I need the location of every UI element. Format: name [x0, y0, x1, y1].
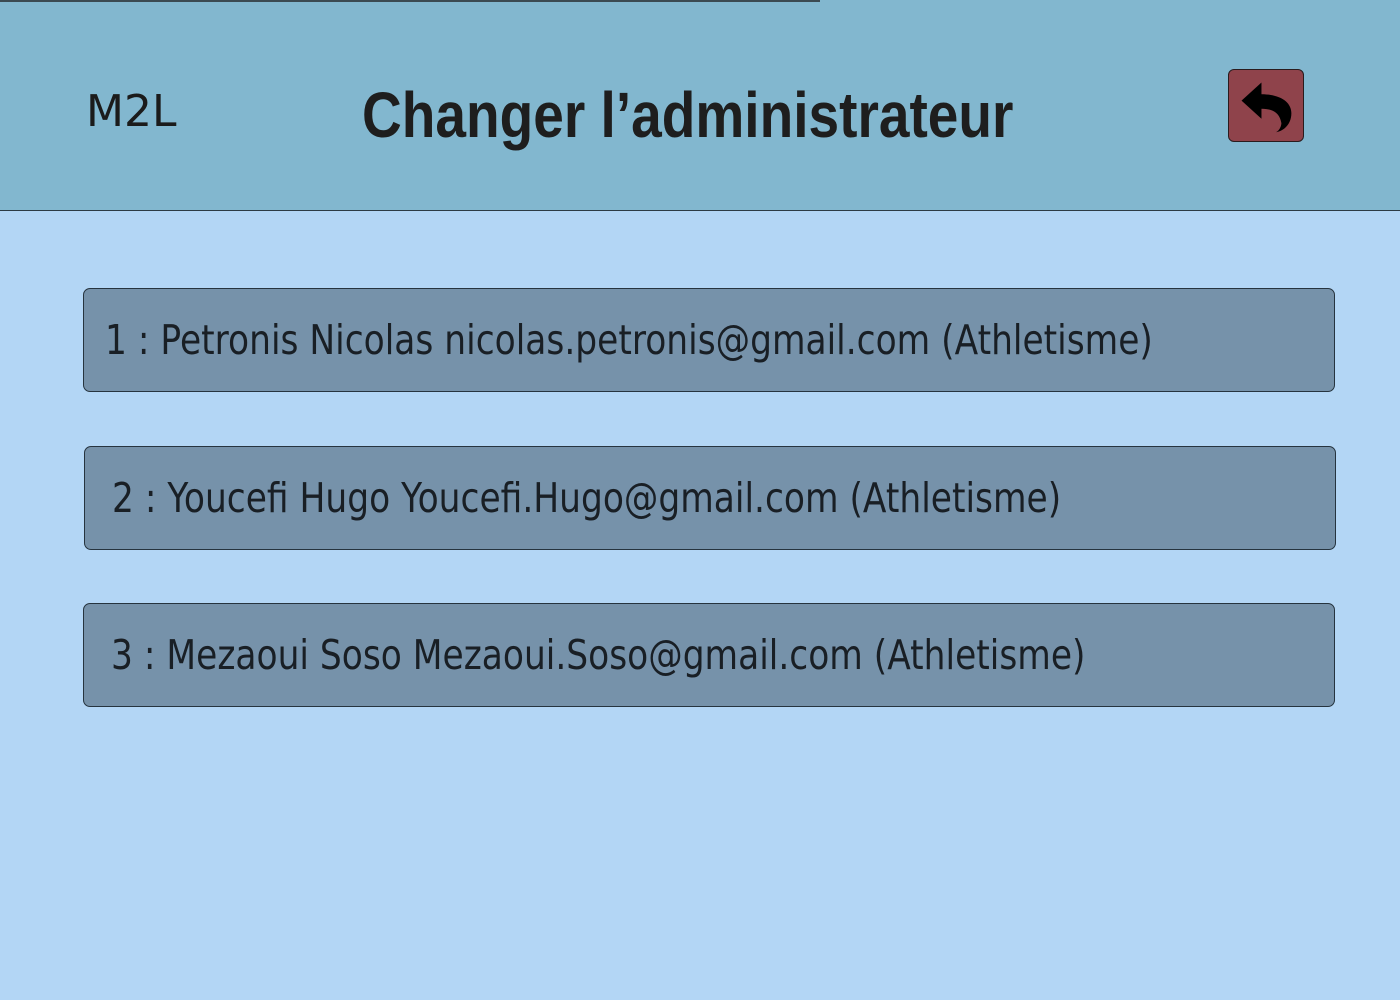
app-header: M2L Changer l’administrateur [0, 0, 1400, 211]
admin-list: 1 : Petronis Nicolas nicolas.petronis@gm… [0, 211, 1400, 1000]
admin-list-item[interactable]: 3 : Mezaoui Soso Mezaoui.Soso@gmail.com … [83, 603, 1335, 707]
admin-item-label: 2 : Youcefi Hugo Youcefi.Hugo@gmail.com … [112, 474, 1062, 522]
admin-list-item[interactable]: 2 : Youcefi Hugo Youcefi.Hugo@gmail.com … [84, 446, 1336, 550]
brand-logo-text: M2L [86, 86, 177, 137]
admin-list-item[interactable]: 1 : Petronis Nicolas nicolas.petronis@gm… [83, 288, 1335, 392]
back-button[interactable] [1228, 69, 1304, 142]
undo-arrow-icon [1241, 81, 1292, 132]
page-title: Changer l’administrateur [362, 79, 1014, 151]
admin-item-label: 3 : Mezaoui Soso Mezaoui.Soso@gmail.com … [111, 631, 1086, 679]
admin-item-label: 1 : Petronis Nicolas nicolas.petronis@gm… [105, 316, 1153, 364]
